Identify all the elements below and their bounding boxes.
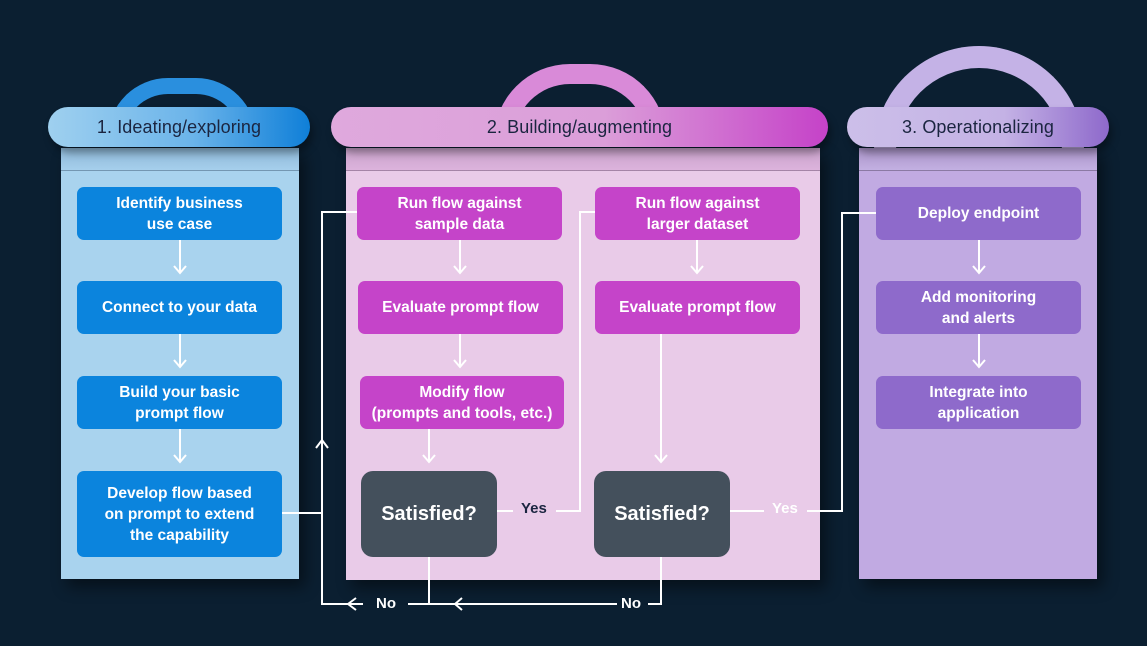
step-run-flow-larger-dataset: Run flow against larger dataset [595,187,800,240]
step-build-basic-prompt-flow: Build your basic prompt flow [77,376,282,429]
edge-label-yes-1: Yes [521,500,547,517]
line-yes1-b [556,211,609,512]
step-text: Deploy endpoint [917,205,1040,222]
decision-text: Satisfied? [381,502,477,525]
step-text: Integrate into application [929,383,1028,422]
line-develop-to-run-sample [282,211,374,514]
step-text: Identify business use case [116,194,243,233]
step-text: Run flow against larger dataset [635,194,760,233]
step-deploy-endpoint: Deploy endpoint [876,187,1081,240]
decision-satisfied-1: Satisfied? [361,471,497,557]
step-modify-flow: Modify flow (prompts and tools, etc.) [360,376,564,429]
step-evaluate-prompt-flow-1: Evaluate prompt flow [358,281,563,334]
step-run-flow-sample-data: Run flow against sample data [357,187,562,240]
line-yes2-b [807,212,892,512]
step-text: Evaluate prompt flow [382,299,539,316]
step-develop-flow: Develop flow based on prompt to extend t… [77,471,282,557]
line-no2 [648,557,662,605]
step-integrate-into-application: Integrate into application [876,376,1081,429]
line-no-loop [321,440,363,605]
edge-label-no-2: No [621,595,641,612]
step-text: Connect to your data [101,299,257,316]
edge-label-no-1: No [376,595,396,612]
step-text: Evaluate prompt flow [619,299,776,316]
step-evaluate-prompt-flow-2: Evaluate prompt flow [595,281,800,334]
step-identify-business-use-case: Identify business use case [77,187,282,240]
decision-satisfied-2: Satisfied? [594,471,730,557]
decision-text: Satisfied? [614,502,710,525]
step-connect-to-your-data: Connect to your data [77,281,282,334]
step-text: Develop flow based on prompt to extend t… [104,484,255,544]
step-add-monitoring-alerts: Add monitoring and alerts [876,281,1081,334]
step-text: Modify flow (prompts and tools, etc.) [371,383,553,422]
edge-label-yes-2: Yes [772,500,798,517]
step-text: Build your basic prompt flow [119,383,240,422]
step-text: Add monitoring and alerts [920,288,1037,327]
step-text: Run flow against sample data [397,194,522,233]
